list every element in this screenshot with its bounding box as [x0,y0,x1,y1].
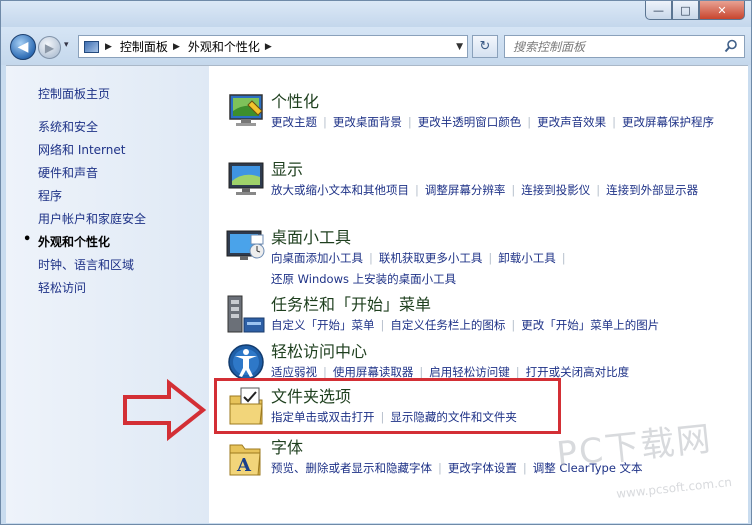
address-dropdown-chevron-down-icon[interactable]: ▼ [456,42,463,52]
refresh-button[interactable]: ↻ [472,35,498,58]
personalization-icon[interactable] [224,91,268,131]
forward-button[interactable]: ▶ [38,36,61,59]
sidebar-item[interactable]: 轻松访问 [38,279,146,302]
red-arrow-annotation [123,378,207,442]
task-link[interactable]: 自定义任务栏上的图标 [390,318,505,332]
taskbar-icon[interactable] [224,294,268,334]
sidebar-item[interactable]: 时钟、语言和区域 [38,256,146,279]
link-separator: | [415,183,419,197]
task-link[interactable]: 启用轻松访问键 [429,365,510,379]
sidebar-item[interactable]: 系统和安全 [38,118,146,141]
refresh-icon: ↻ [479,39,491,54]
category-links: 更改主题 | 更改桌面背景 | 更改半透明窗口颜色 | 更改声音效果 | 更改屏幕保护程序 [271,112,731,133]
navigation-bar: ◀ ▶ ▾ ▶ 控制面板 ▶ 外观和个性化 ▶ ▼ ↻ [1,27,751,65]
back-button[interactable]: ◀ [10,34,36,60]
sidebar-item[interactable]: 程序 [38,187,146,210]
task-link[interactable]: 调整 ClearType 文本 [533,461,643,475]
maximize-button[interactable]: □ [672,1,699,20]
task-link[interactable]: 打开或关闭高对比度 [526,365,630,379]
category-title[interactable]: 个性化 [271,88,319,112]
category-nav-list: 系统和安全网络和 Internet硬件和声音程序用户帐户和家庭安全外观和个性化时… [23,118,146,302]
link-separator: | [438,461,442,475]
link-separator: | [511,318,516,332]
task-link[interactable]: 使用屏幕读取器 [333,365,414,379]
link-separator: | [419,365,424,379]
breadcrumb-chevron-icon[interactable]: ▶ [263,42,277,52]
sidebar-item: 外观和个性化 [23,232,146,256]
task-link[interactable]: 向桌面添加小工具 [271,251,363,265]
search-box[interactable] [504,35,745,58]
address-bar[interactable]: ▶ 控制面板 ▶ 外观和个性化 ▶ ▼ [78,35,468,58]
control-panel-icon [79,36,103,57]
category-title[interactable]: 显示 [271,156,303,180]
svg-text:A: A [236,455,252,476]
sidebar-item[interactable]: 硬件和声音 [38,164,146,187]
category-title[interactable]: 任务栏和「开始」菜单 [271,291,431,315]
task-link[interactable]: 还原 Windows 上安装的桌面小工具 [271,272,456,286]
task-link[interactable]: 更改屏幕保护程序 [622,115,714,129]
category-title[interactable]: 轻松访问中心 [271,338,367,362]
link-separator: | [522,461,527,475]
title-bar: — □ ✕ [1,1,751,27]
gadgets-icon[interactable] [224,227,268,267]
caption-buttons: — □ ✕ [645,1,745,20]
link-separator: | [515,365,520,379]
ease-of-access-icon[interactable] [224,341,268,381]
minimize-button[interactable]: — [645,1,672,20]
category-links: 自定义「开始」菜单 | 自定义任务栏上的图标 | 更改「开始」菜单上的图片 [271,315,731,336]
link-separator: | [596,183,601,197]
link-separator: | [407,115,412,129]
task-link[interactable]: 更改半透明窗口颜色 [418,115,522,129]
breadcrumb-chevron-icon[interactable]: ▶ [171,42,185,52]
task-link[interactable]: 放大或缩小文本和其他项目 [271,183,409,197]
link-separator: | [380,318,385,332]
task-link[interactable]: 调整屏幕分辨率 [425,183,506,197]
link-separator: | [323,365,327,379]
link-separator: | [323,115,327,129]
category-list: 个性化更改主题 | 更改桌面背景 | 更改半透明窗口颜色 | 更改声音效果 | 更改屏幕保护程序… [209,66,748,523]
task-link[interactable]: 自定义「开始」菜单 [271,318,375,332]
task-link[interactable]: 更改声音效果 [537,115,606,129]
link-separator: | [369,251,373,265]
breadcrumb-appearance[interactable]: 外观和个性化 [185,38,263,55]
display-icon[interactable] [224,159,268,199]
task-link[interactable]: 预览、删除或者显示和隐藏字体 [271,461,432,475]
control-panel-window: — □ ✕ ◀ ▶ ▾ ▶ 控制面板 ▶ 外观和个性化 ▶ ▼ ↻ 搜索控制面板… [0,0,752,525]
task-link[interactable]: 更改桌面背景 [333,115,402,129]
link-separator: | [561,251,566,265]
search-input[interactable] [505,36,715,57]
category-title[interactable]: 桌面小工具 [271,224,351,248]
breadcrumb-control-panel[interactable]: 控制面板 [117,38,171,55]
category-title[interactable]: 字体 [271,434,303,458]
left-navigation-pane: 控制面板主页 系统和安全 网络和 Internet 硬件和声音 程序 用户帐户和家庭安全… [6,66,209,523]
breadcrumb-chevron-icon[interactable]: ▶ [103,42,117,52]
task-link[interactable]: 连接到外部显示器 [606,183,698,197]
control-panel-home-link[interactable]: 控制面板主页 [38,85,110,102]
task-link[interactable]: 适应弱视 [271,365,317,379]
search-icon[interactable] [724,39,738,53]
task-link[interactable]: 连接到投影仪 [521,183,590,197]
content-area: 控制面板主页 系统和安全 网络和 Internet 硬件和声音 程序 用户帐户和家庭安全… [6,65,748,523]
close-button[interactable]: ✕ [699,1,745,20]
task-link[interactable]: 联机获取更多小工具 [379,251,483,265]
category-links: 向桌面添加小工具 | 联机获取更多小工具 | 卸载小工具 | 还原 Windows 上安装的… [271,248,731,290]
category-links: 放大或缩小文本和其他项目 | 调整屏幕分辨率 | 连接到投影仪 | 连接到外部显示器 [271,180,731,201]
sidebar-item[interactable]: 网络和 Internet [38,141,146,164]
recent-pages-chevron-down-icon[interactable]: ▾ [64,40,69,50]
red-highlight-box [214,378,561,434]
task-link[interactable]: 卸载小工具 [498,251,556,265]
fonts-icon[interactable]: A [224,437,268,477]
link-separator: | [527,115,532,129]
link-separator: | [488,251,493,265]
category-links: 预览、删除或者显示和隐藏字体 | 更改字体设置 | 调整 ClearType 文本 [271,458,731,479]
link-separator: | [612,115,616,129]
link-separator: | [511,183,516,197]
task-link[interactable]: 更改字体设置 [448,461,517,475]
task-link[interactable]: 更改「开始」菜单上的图片 [521,318,659,332]
task-link[interactable]: 更改主题 [271,115,317,129]
sidebar-item[interactable]: 用户帐户和家庭安全 [38,210,146,233]
